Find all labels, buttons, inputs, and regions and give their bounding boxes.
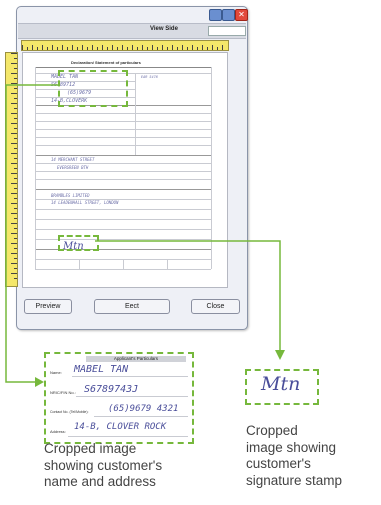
caption-line: image showing — [246, 439, 337, 455]
crop-label: NRIC/FIN No.: — [50, 390, 76, 395]
caption-line: Cropped — [246, 423, 298, 438]
crop-nric-value: S6789743J — [84, 384, 139, 395]
caption-line: signature stamp — [246, 472, 343, 488]
crop-contact-value: (65)9679 4321 — [108, 404, 179, 414]
crop-label: Contact No. (Tel/Mobile): — [50, 410, 89, 414]
caption-left: Cropped image showing customer's name an… — [44, 441, 162, 491]
caption-line: Cropped image — [44, 441, 137, 456]
caption-line: name and address — [44, 474, 156, 489]
crop-label: Name: — [50, 370, 62, 375]
crop-header: Applicant's Particulars — [86, 356, 186, 362]
connector-line-name — [5, 84, 58, 383]
connector-line-signature — [95, 240, 281, 352]
caption-line: customer's — [246, 456, 311, 471]
crop-name-value: MABEL TAN — [74, 364, 129, 375]
caption-right: Cropped image showing customer's signatu… — [246, 423, 342, 489]
crop-label: Address: — [50, 429, 66, 434]
arrowhead-icon — [275, 350, 285, 360]
crop-address-value: 14-B, CLOVER ROCK — [74, 422, 167, 432]
cropped-name-address-image: Applicant's Particulars Name: MABEL TAN … — [44, 352, 194, 444]
crop-signature-value: Mtn — [261, 373, 301, 395]
caption-line: showing customer's — [44, 457, 163, 473]
arrowhead-icon — [35, 377, 44, 387]
cropped-signature-image: Mtn — [245, 369, 319, 405]
